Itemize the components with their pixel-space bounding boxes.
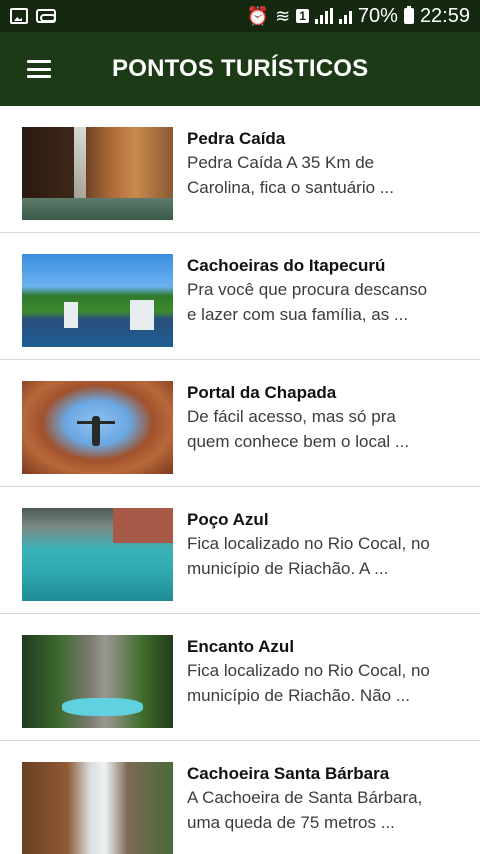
list-item[interactable]: Pedra Caída Pedra Caída A 35 Km de Carol… [0, 106, 480, 233]
list-item-desc-line1: Fica localizado no Rio Cocal, no [187, 661, 430, 680]
menu-button[interactable] [0, 32, 78, 106]
list-item-title: Encanto Azul [187, 637, 295, 656]
list-item-text: Cachoeira Santa Bárbara A Cachoeira de S… [187, 762, 467, 835]
list-item-title: Portal da Chapada [187, 383, 337, 402]
thumbnail-image [22, 762, 173, 854]
list-item-desc-line1: Fica localizado no Rio Cocal, no [187, 534, 430, 553]
thumbnail-image [22, 508, 173, 601]
app-bar: PONTOS TURÍSTICOS [0, 32, 480, 106]
alarm-icon: ⏰ [246, 6, 270, 26]
list-item[interactable]: Encanto Azul Fica localizado no Rio Coca… [0, 614, 480, 741]
page-title: PONTOS TURÍSTICOS [112, 55, 369, 82]
list-item-desc-line1: Pedra Caída A 35 Km de [187, 153, 375, 172]
list-item-desc-line2: Carolina, fica o santuário ... [187, 178, 394, 197]
list-item-title: Cachoeira Santa Bárbara [187, 764, 390, 783]
list-item-desc-line2: e lazer com sua família, as ... [187, 305, 409, 324]
signal-strength-icon-2 [338, 8, 352, 24]
list-item[interactable]: Cachoeiras do Itapecurú Pra você que pro… [0, 233, 480, 360]
sim-badge: 1 [296, 9, 309, 23]
list-item-text: Portal da Chapada De fácil acesso, mas s… [187, 381, 467, 454]
list-item-text: Encanto Azul Fica localizado no Rio Coca… [187, 635, 467, 708]
battery-icon [403, 6, 414, 24]
list-item-desc-line1: A Cachoeira de Santa Bárbara, [187, 788, 423, 807]
list-item-desc-line1: De fácil acesso, mas só pra [187, 407, 396, 426]
attractions-list: Pedra Caída Pedra Caída A 35 Km de Carol… [0, 106, 480, 854]
list-item[interactable]: Cachoeira Santa Bárbara A Cachoeira de S… [0, 741, 480, 854]
list-item-title: Pedra Caída [187, 129, 286, 148]
hamburger-menu-icon [27, 60, 51, 78]
list-item-desc-line2: município de Riachão. A ... [187, 559, 389, 578]
battery-percent: 70% [357, 4, 398, 27]
status-bar: ⏰ ≋ 1 70% 22:59 [0, 0, 480, 32]
list-item-text: Poço Azul Fica localizado no Rio Cocal, … [187, 508, 467, 581]
clock: 22:59 [419, 4, 470, 27]
list-item-title: Poço Azul [187, 510, 269, 529]
status-left [10, 8, 56, 24]
thumbnail-image [22, 127, 173, 220]
thumbnail-image [22, 254, 173, 347]
list-item-desc-line2: uma queda de 75 metros ... [187, 813, 395, 832]
thumbnail-image [22, 635, 173, 728]
list-item-text: Pedra Caída Pedra Caída A 35 Km de Carol… [187, 127, 467, 200]
thumbnail-image [22, 381, 173, 474]
status-right: ⏰ ≋ 1 70% 22:59 [247, 5, 470, 28]
list-item-desc-line1: Pra você que procura descanso [187, 280, 428, 299]
list-item-desc-line2: quem conhece bem o local ... [187, 432, 410, 451]
list-item[interactable]: Portal da Chapada De fácil acesso, mas s… [0, 360, 480, 487]
gallery-notification-icon [10, 8, 28, 24]
list-item-desc-line2: município de Riachão. Não ... [187, 686, 411, 705]
list-item-text: Cachoeiras do Itapecurú Pra você que pro… [187, 254, 467, 327]
wifi-icon: ≋ [275, 6, 291, 26]
signal-strength-icon [314, 8, 333, 24]
voicemail-notification-icon [36, 9, 56, 23]
list-item-title: Cachoeiras do Itapecurú [187, 256, 386, 275]
list-item[interactable]: Poço Azul Fica localizado no Rio Cocal, … [0, 487, 480, 614]
